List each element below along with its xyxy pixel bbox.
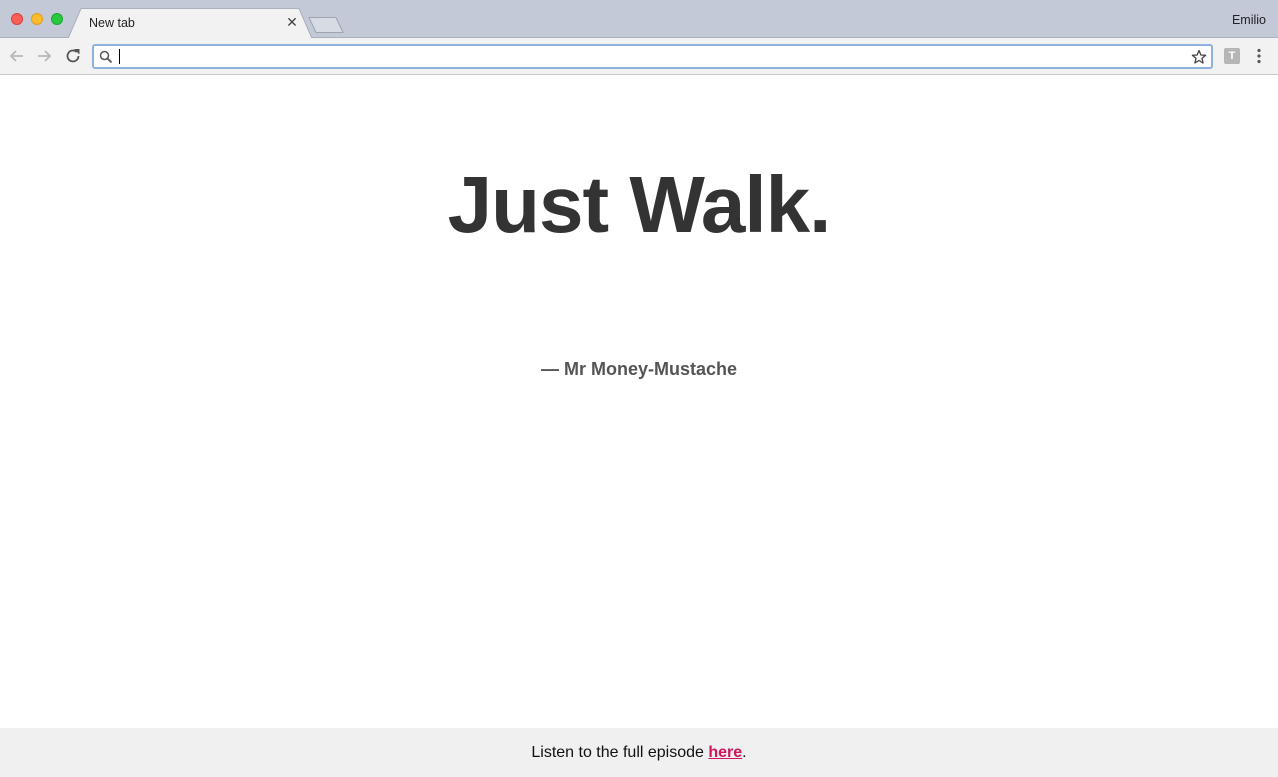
address-bar[interactable] xyxy=(92,44,1213,69)
quote-text: Just Walk. xyxy=(447,160,832,249)
search-icon xyxy=(99,50,113,64)
tab-title[interactable]: New tab xyxy=(89,16,135,30)
window-close-button[interactable] xyxy=(11,13,23,25)
extension-icon[interactable]: T xyxy=(1224,48,1240,64)
new-tab-button[interactable] xyxy=(308,17,346,35)
profile-name[interactable]: Emilio xyxy=(1232,13,1266,27)
quote-attribution: — Mr Money-Mustache xyxy=(540,359,738,379)
address-input[interactable] xyxy=(118,47,1178,66)
page-content: Just Walk. — Mr Money-Mustache xyxy=(0,75,1278,728)
star-icon[interactable] xyxy=(1191,49,1207,65)
footer-period: . xyxy=(742,744,747,761)
kebab-menu-icon[interactable] xyxy=(1252,47,1266,65)
window-maximize-button[interactable] xyxy=(51,13,63,25)
footer-bar: Listen to the full episode here. xyxy=(0,728,1278,777)
episode-link[interactable]: here xyxy=(708,744,742,761)
text-caret xyxy=(119,49,120,64)
tab-close-icon[interactable]: ✕ xyxy=(284,14,300,30)
window-minimize-button[interactable] xyxy=(31,13,43,25)
arrow-right-icon[interactable] xyxy=(35,47,53,65)
browser-toolbar: T xyxy=(0,38,1278,75)
footer-text: Listen to the full episode xyxy=(531,744,709,761)
arrow-left-icon[interactable] xyxy=(8,47,26,65)
title-bar: New tab ✕ Emilio xyxy=(0,0,1278,39)
reload-icon[interactable] xyxy=(64,47,82,65)
